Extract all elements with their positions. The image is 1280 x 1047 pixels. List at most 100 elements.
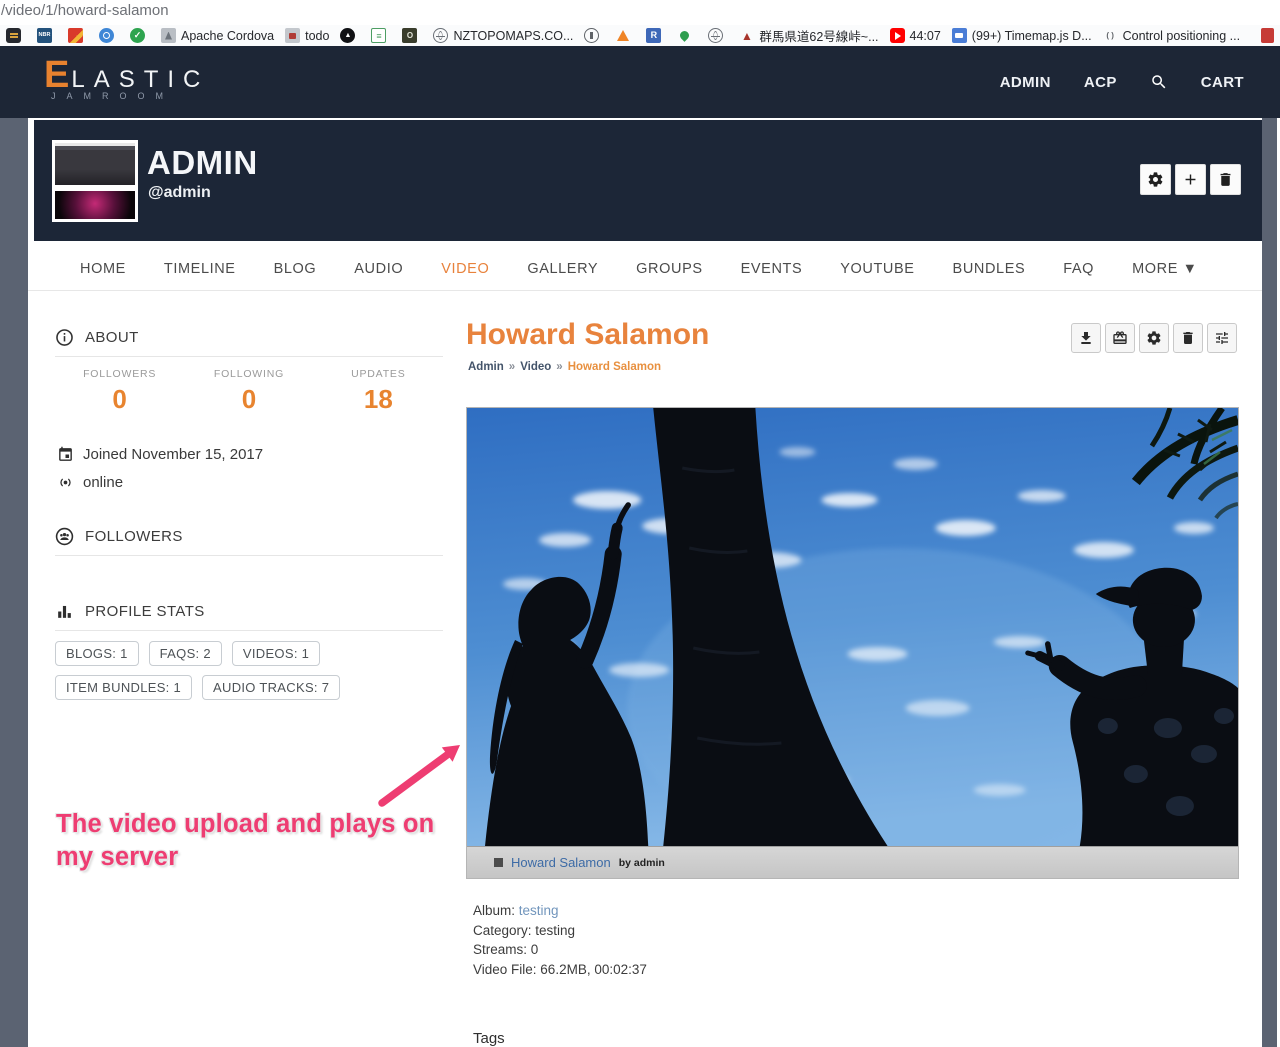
page-left-margin <box>0 118 28 1047</box>
bookmark-item[interactable]: 群馬県道62号線峠~... <box>739 26 878 45</box>
logo-initial: E <box>44 56 69 94</box>
player-playlist-bar: Howard Salamon by admin <box>467 846 1238 878</box>
bookmark-label: 群馬県道62号線峠~... <box>759 26 878 45</box>
nav-tab[interactable]: HOME <box>61 247 145 291</box>
nav-tab[interactable]: BLOG <box>255 247 336 291</box>
map-pin-favicon-icon <box>677 28 692 43</box>
playlist-item-icon <box>494 858 503 867</box>
video-player: Howard Salamon by admin <box>466 407 1239 879</box>
bookmark-item[interactable]: O <box>402 28 422 43</box>
bookmark-item[interactable] <box>615 28 635 43</box>
profile-avatar[interactable] <box>52 140 138 222</box>
bookmark-item[interactable] <box>371 28 391 43</box>
nav-tab[interactable]: AUDIO <box>335 247 422 291</box>
video-options-button[interactable] <box>1207 323 1237 353</box>
stat-badge[interactable]: AUDIO TRACKS: 7 <box>202 675 340 700</box>
stat-badge[interactable]: ITEM BUNDLES: 1 <box>55 675 192 700</box>
search-icon[interactable] <box>1150 73 1168 91</box>
breadcrumb-item: » <box>509 361 515 373</box>
joined-row: Joined November 15, 2017 <box>57 446 263 463</box>
bookmark-item[interactable]: NZTOPOMAPS.CO... <box>433 28 573 43</box>
video-detail-line: Streams: 0 <box>473 940 647 960</box>
breadcrumb-item[interactable]: Admin <box>468 361 504 373</box>
breadcrumb-item: Howard Salamon <box>568 361 661 373</box>
bookmark-item[interactable]: 44:07 <box>890 28 941 43</box>
bookmark-item[interactable]: (99+) Timemap.js D... <box>952 28 1092 43</box>
red-grid-favicon-icon <box>68 28 83 43</box>
profile-title: ADMIN <box>147 144 258 182</box>
download-button[interactable] <box>1071 323 1101 353</box>
nav-tab[interactable]: GALLERY <box>508 247 617 291</box>
red-partial-favicon-icon <box>1261 28 1274 43</box>
profile-delete-button[interactable] <box>1210 164 1241 195</box>
gear-icon <box>1146 330 1162 346</box>
green-check-favicon-icon <box>130 28 145 43</box>
nav-tab[interactable]: EVENTS <box>722 247 822 291</box>
bookmark-label: Apache Cordova <box>181 29 274 43</box>
nav-tab[interactable]: FAQ <box>1044 247 1113 291</box>
profile-stats-section-heading: PROFILE STATS <box>55 602 205 621</box>
avatar-image-top <box>55 143 135 185</box>
nav-tab[interactable]: VIDEO <box>422 247 508 291</box>
breadcrumb-item: » <box>556 361 562 373</box>
video-detail-line: Album: testing <box>473 901 647 921</box>
blue-circle-favicon-icon <box>99 28 114 43</box>
nav-tab[interactable]: MORE ▼ <box>1113 247 1216 291</box>
stat-badge[interactable]: FAQS: 2 <box>149 641 222 666</box>
bookmark-item[interactable] <box>584 28 604 43</box>
download-icon <box>1078 330 1094 346</box>
bookmarks-bar: NBR Apache Cordova <box>0 25 1280 46</box>
breadcrumb-item[interactable]: Video <box>520 361 551 373</box>
bookmark-item[interactable] <box>677 28 697 43</box>
bookmark-item[interactable] <box>6 28 26 43</box>
plus-icon <box>1182 171 1199 188</box>
dark-app-favicon-icon <box>6 28 21 43</box>
apache-cordova-favicon-icon <box>161 28 176 43</box>
profile-counter: FOLLOWERS 0 <box>55 368 184 415</box>
profile-add-button[interactable] <box>1175 164 1206 195</box>
stat-badge[interactable]: BLOGS: 1 <box>55 641 139 666</box>
video-delete-button[interactable] <box>1173 323 1203 353</box>
profile-nav-tabs: HOME TIMELINE BLOG AUDIO VIDEO GALLERY G… <box>28 247 1262 291</box>
video-action-buttons <box>1071 323 1237 353</box>
gift-icon <box>1112 330 1128 346</box>
bookmark-item[interactable] <box>99 28 119 43</box>
menu-item-acp[interactable]: ACP <box>1084 74 1117 91</box>
calendar-icon <box>57 446 74 463</box>
bookmark-item[interactable]: Apache Cordova <box>161 28 274 43</box>
nav-tab[interactable]: YOUTUBE <box>821 247 933 291</box>
bookmark-item[interactable] <box>68 28 88 43</box>
about-section-heading: ABOUT <box>55 328 139 347</box>
page-scrollbar-strip[interactable] <box>1262 118 1277 1047</box>
nav-tab[interactable]: BUNDLES <box>934 247 1045 291</box>
video-detail-line: Video File: 66.2MB, 00:02:37 <box>473 960 647 980</box>
video-frame[interactable] <box>467 408 1238 846</box>
nav-tab[interactable]: TIMELINE <box>145 247 255 291</box>
bookmark-item[interactable] <box>130 28 150 43</box>
bookmark-item[interactable]: todo <box>285 28 329 43</box>
bookmark-item[interactable] <box>708 28 728 43</box>
followers-icon <box>55 527 74 546</box>
bookmark-item[interactable]: Control positioning ... <box>1103 28 1240 43</box>
bookmark-item[interactable] <box>1261 28 1279 43</box>
sliders-icon <box>1214 330 1230 346</box>
gear-icon <box>1147 171 1164 188</box>
globe2-favicon-icon <box>708 28 723 43</box>
profile-counter: FOLLOWING 0 <box>184 368 313 415</box>
bookmark-item[interactable] <box>340 28 360 43</box>
menu-item-cart[interactable]: CART <box>1201 74 1244 91</box>
video-settings-button[interactable] <box>1139 323 1169 353</box>
bookmark-item[interactable]: NBR <box>37 28 57 43</box>
site-logo[interactable]: E LASTIC JAMROOM <box>44 56 209 101</box>
menu-item-admin[interactable]: ADMIN <box>1000 74 1051 91</box>
gift-button[interactable] <box>1105 323 1135 353</box>
bookmark-item[interactable]: R <box>646 28 666 43</box>
breadcrumb: Admin » Video » Howard Salamon <box>468 361 661 373</box>
profile-settings-button[interactable] <box>1140 164 1171 195</box>
stat-badge[interactable]: VIDEOS: 1 <box>232 641 320 666</box>
nav-tab[interactable]: GROUPS <box>617 247 721 291</box>
playlist-item-link[interactable]: Howard Salamon <box>511 855 611 870</box>
bookmark-label: Control positioning ... <box>1123 29 1240 43</box>
profile-handle: @admin <box>148 184 211 202</box>
bookmark-label: todo <box>305 29 329 43</box>
